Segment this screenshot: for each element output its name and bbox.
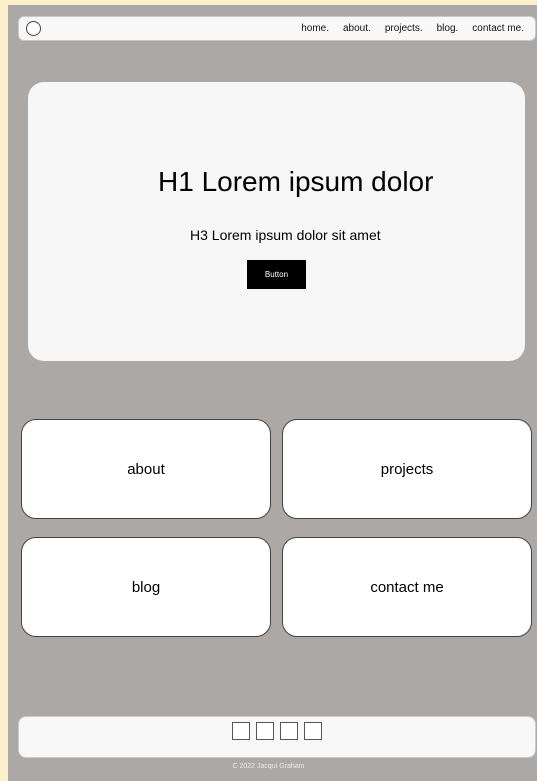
hero-button[interactable]: Button [247,260,306,289]
copyright-text: C 2022 Jacqui Graham [232,763,305,770]
social-icons [232,722,322,740]
card-projects[interactable]: projects [282,419,532,519]
logo-icon[interactable] [26,21,41,36]
social-icon[interactable] [280,722,298,740]
top-navbar: home. about. projects. blog. contact me. [18,16,536,41]
nav-link-projects[interactable]: projects. [385,23,423,34]
hero-section: H1 Lorem ipsum dolor H3 Lorem ipsum dolo… [28,82,525,361]
hero-title: H1 Lorem ipsum dolor [158,166,434,197]
social-icon[interactable] [256,722,274,740]
card-contact-me[interactable]: contact me [282,537,532,637]
nav-link-contact[interactable]: contact me. [472,23,524,34]
nav-link-home[interactable]: home. [301,23,329,34]
hero-subtitle: H3 Lorem ipsum dolor sit amet [190,227,381,243]
card-blog[interactable]: blog [21,537,271,637]
social-icon[interactable] [304,722,322,740]
nav-link-blog[interactable]: blog. [437,23,459,34]
footer [18,716,536,758]
nav-link-about[interactable]: about. [343,23,371,34]
nav-links: home. about. projects. blog. contact me. [301,23,524,34]
social-icon[interactable] [232,722,250,740]
card-about[interactable]: about [21,419,271,519]
